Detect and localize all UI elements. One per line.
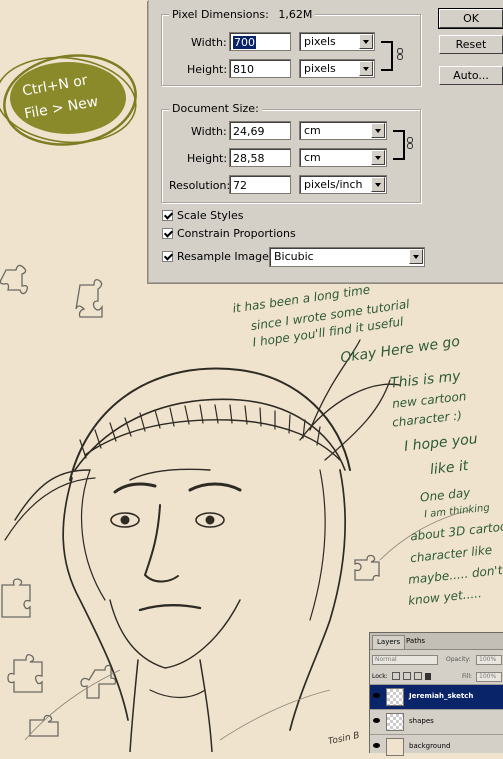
resolution-label: Resolution:	[169, 179, 231, 192]
layer-name: background	[409, 742, 451, 750]
pixel-width-label: Width:	[191, 36, 227, 49]
doc-width-input[interactable]: 24,69	[229, 121, 291, 140]
constrain-proportions-checkbox[interactable]	[162, 228, 173, 239]
pixel-width-value: 700	[233, 36, 256, 49]
layer-thumbnail	[386, 688, 404, 706]
layer-thumbnail	[386, 738, 404, 756]
image-size-dialog: Pixel Dimensions: 1,62M Width: 700 pixel…	[148, 0, 503, 283]
doc-width-label: Width:	[191, 125, 227, 138]
eye-icon[interactable]	[373, 743, 380, 748]
doc-height-unit-select[interactable]: cm	[299, 148, 387, 167]
eye-icon[interactable]	[373, 693, 380, 698]
pixel-height-unit-select[interactable]: pixels	[299, 59, 375, 78]
opacity-input[interactable]: 100%	[476, 655, 502, 665]
layer-thumbnail	[386, 713, 404, 731]
constrain-proportions-label: Constrain Proportions	[177, 227, 296, 240]
pixel-width-unit-select[interactable]: pixels	[299, 32, 375, 51]
doc-height-label: Height:	[187, 152, 228, 165]
layer-name: Jeremiah_sketch	[409, 692, 474, 700]
scale-styles-label: Scale Styles	[177, 209, 244, 222]
resolution-unit-select[interactable]: pixels/inch	[299, 175, 387, 194]
chevron-down-icon[interactable]	[359, 34, 373, 49]
blend-mode-select[interactable]: Normal	[372, 655, 438, 665]
layer-row[interactable]: Jeremiah_sketch	[370, 684, 503, 709]
tab-layers[interactable]: Layers	[372, 635, 406, 649]
tab-paths[interactable]: Paths	[402, 635, 429, 648]
layers-panel-tabs: Layers Paths	[370, 633, 503, 650]
chevron-down-icon[interactable]	[371, 150, 385, 165]
doc-height-input[interactable]: 28,58	[229, 148, 291, 167]
chevron-down-icon[interactable]	[371, 177, 385, 192]
resample-image-label: Resample Image:	[177, 250, 273, 263]
lock-icons[interactable]	[392, 672, 436, 681]
fill-label: Fill:	[462, 673, 473, 680]
fill-input[interactable]: 100%	[476, 672, 502, 682]
chain-link-icon	[397, 48, 403, 60]
resample-method-select[interactable]: Bicubic	[269, 247, 425, 267]
layer-row[interactable]: background	[370, 734, 503, 759]
pixel-height-input[interactable]: 810	[229, 59, 291, 78]
chevron-down-icon[interactable]	[409, 249, 423, 264]
pixel-width-input[interactable]: 700	[229, 32, 291, 51]
layer-name: shapes	[409, 717, 434, 725]
scale-styles-checkbox[interactable]	[162, 210, 173, 221]
layers-panel: Layers Paths Normal Opacity: 100% Lock: …	[369, 632, 503, 756]
eye-icon[interactable]	[373, 718, 380, 723]
shortcut-badge: Ctrl+N or File > New	[0, 50, 150, 150]
pixel-dimensions-size: 1,62M	[278, 8, 313, 21]
lock-all-icon[interactable]	[425, 673, 431, 680]
lock-brush-icon[interactable]	[403, 672, 411, 680]
doc-link-bracket	[393, 130, 405, 160]
ok-button[interactable]: OK	[438, 8, 503, 29]
doc-width-unit-select[interactable]: cm	[299, 121, 387, 140]
lock-transparent-icon[interactable]	[392, 672, 400, 680]
document-size-title: Document Size:	[169, 102, 262, 115]
resolution-input[interactable]: 72	[229, 175, 291, 194]
auto-button[interactable]: Auto...	[439, 66, 503, 85]
pixel-dimensions-title: Pixel Dimensions: 1,62M	[169, 8, 316, 21]
reset-button[interactable]: Reset	[439, 35, 503, 54]
chain-link-icon	[407, 137, 413, 149]
chevron-down-icon[interactable]	[371, 123, 385, 138]
lock-move-icon[interactable]	[414, 672, 422, 680]
lock-label: Lock:	[372, 673, 388, 680]
resample-image-checkbox[interactable]	[162, 251, 173, 262]
opacity-label: Opacity:	[446, 656, 471, 663]
pixel-link-bracket	[381, 41, 393, 71]
chevron-down-icon[interactable]	[359, 61, 373, 76]
pixel-height-label: Height:	[187, 63, 228, 76]
layer-row[interactable]: shapes	[370, 709, 503, 734]
